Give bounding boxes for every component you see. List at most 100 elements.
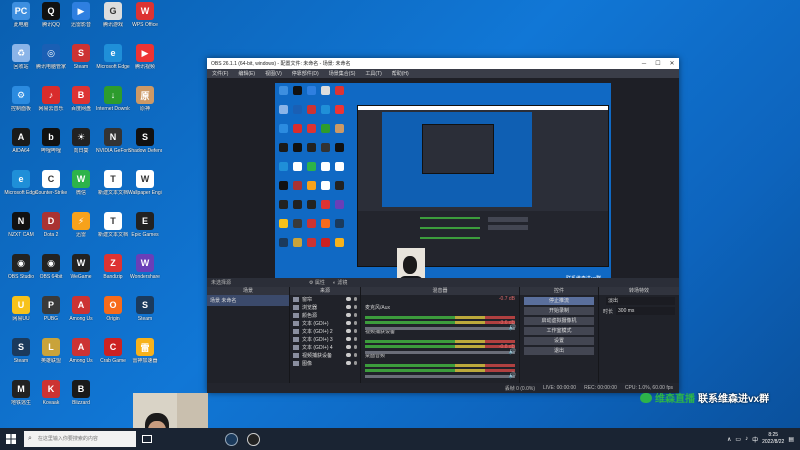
desktop-icon[interactable]: ▶ 腾讯视频 [128, 44, 162, 82]
source-item[interactable]: 视频捕获设备 [290, 351, 360, 359]
lock-icon[interactable] [354, 313, 357, 317]
start-virtual-camera-button[interactable]: 启动虚拟摄像机 [524, 317, 594, 325]
transition-duration-field[interactable]: 时长 300 ms [603, 307, 675, 315]
minimize-icon[interactable]: ─ [637, 61, 651, 67]
desktop-icon[interactable]: E Epic Games [128, 212, 162, 250]
desktop-icon[interactable]: 雷雷神加速器 [128, 338, 162, 376]
taskbar-search[interactable]: ⌕ [24, 431, 136, 447]
visibility-icon[interactable] [346, 297, 351, 301]
desktop-icon[interactable]: A Among Us [64, 296, 98, 334]
desktop-icon[interactable]: T 新建文本文档 [96, 170, 130, 208]
visibility-icon[interactable] [346, 345, 351, 349]
visibility-icon[interactable] [346, 313, 351, 317]
lock-icon[interactable] [354, 337, 357, 341]
visibility-icon[interactable] [346, 353, 351, 357]
desktop-icon[interactable]: S Steam [4, 338, 38, 376]
start-button[interactable] [0, 428, 22, 450]
desktop-icon[interactable]: A Among Us [64, 338, 98, 376]
desktop-icon[interactable]: ♪ 网易云音乐 [34, 86, 68, 124]
volume-slider[interactable]: 🔊 [365, 372, 516, 379]
desktop-icon[interactable]: ⚙ 控制面板 [4, 86, 38, 124]
desktop-icon[interactable]: G 腾讯游戏 [96, 2, 130, 40]
desktop-icon[interactable]: S Steam [64, 44, 98, 82]
desktop-icon[interactable]: b 哔哩哔哩 [34, 128, 68, 166]
desktop-icon[interactable]: T 新建文本文档 [96, 212, 130, 250]
desktop-icon[interactable]: C Crab Game [96, 338, 130, 376]
desktop-icon[interactable]: B Blizzard [64, 380, 98, 418]
network-icon[interactable]: ▭ [735, 436, 741, 443]
desktop-icon[interactable]: C Counter-Strike [34, 170, 68, 208]
source-item[interactable]: 文本 (GDI+) 4 [290, 343, 360, 351]
desktop-icon[interactable]: ◉ OBS 64bit [34, 254, 68, 292]
lock-icon[interactable] [354, 321, 357, 325]
desktop-icon[interactable]: ▶ 迅雷影音 [64, 2, 98, 40]
source-item[interactable]: 浏览器 [290, 303, 360, 311]
desktop-icon[interactable]: U 网易UU [4, 296, 38, 334]
menu-docks[interactable]: 停靠部件(D) [287, 70, 324, 77]
tray-overflow-icon[interactable]: ∧ [727, 436, 731, 443]
desktop-icon[interactable]: W 微信 [64, 170, 98, 208]
desktop-icon[interactable]: ◉ OBS Studio [4, 254, 38, 292]
lock-icon[interactable] [354, 305, 357, 309]
stop-streaming-button[interactable]: 停止推流 [524, 297, 594, 305]
desktop-icon[interactable]: ♻ 回收站 [4, 44, 38, 82]
menu-edit[interactable]: 编辑(E) [233, 70, 260, 77]
settings-button[interactable]: 设置 [524, 337, 594, 345]
visibility-icon[interactable] [346, 305, 351, 309]
clock[interactable]: 8:25 2022/8/22 [762, 432, 784, 446]
desktop-icon[interactable]: L 英雄联盟 [34, 338, 68, 376]
close-icon[interactable]: ✕ [665, 60, 679, 67]
desktop-icon[interactable]: N NVIDIA GeForce [96, 128, 130, 166]
desktop-icon[interactable]: P PUBG [34, 296, 68, 334]
desktop-icon[interactable]: PC 此电脑 [4, 2, 38, 40]
desktop-icon[interactable]: Z Bandizip [96, 254, 130, 292]
desktop-icon[interactable]: W WPS Office [128, 2, 162, 40]
notification-icon[interactable]: ▤ [788, 436, 794, 443]
visibility-icon[interactable] [346, 361, 351, 365]
start-recording-button[interactable]: 开始录制 [524, 307, 594, 315]
speaker-icon[interactable]: 🔊 [509, 324, 516, 331]
obs-taskbar-icon[interactable] [242, 428, 264, 450]
desktop-icon[interactable]: K Kovaak [34, 380, 68, 418]
desktop-icon[interactable]: W WeGame [64, 254, 98, 292]
lock-icon[interactable] [354, 361, 357, 365]
speaker-icon[interactable]: 🔊 [509, 372, 516, 379]
lock-icon[interactable] [354, 353, 357, 357]
visibility-icon[interactable] [346, 321, 351, 325]
desktop-icon[interactable]: W Wallpaper Engine [128, 170, 162, 208]
desktop-icon[interactable]: S Steam [128, 296, 162, 334]
desktop-icon[interactable]: e Microsoft Edge [96, 44, 130, 82]
menu-help[interactable]: 帮助(H) [387, 70, 414, 77]
desktop-icon[interactable]: W Wondershare [128, 254, 162, 292]
menu-view[interactable]: 视图(V) [260, 70, 287, 77]
desktop-icon[interactable]: S Shadow Defender [128, 128, 162, 166]
scene-item[interactable]: 场景 未命名 [207, 295, 289, 306]
steam-taskbar-icon[interactable] [220, 428, 242, 450]
desktop-icon[interactable]: B 百度网盘 [64, 86, 98, 124]
desktop-icon[interactable]: ↓ Internet Download [96, 86, 130, 124]
properties-button[interactable]: ⚙ 属性 [309, 279, 325, 286]
source-item[interactable]: 文本 (GDI+) 3 [290, 335, 360, 343]
desktop-icon[interactable]: 原原神 [128, 86, 162, 124]
source-item[interactable]: 文本 (GDI+) 2 [290, 327, 360, 335]
visibility-icon[interactable] [346, 337, 351, 341]
filters-button[interactable]: ◐ 滤镜 [333, 279, 347, 286]
source-item[interactable]: 颜色源 [290, 311, 360, 319]
volume-slider[interactable]: 🔊 [365, 349, 516, 355]
menu-tools[interactable]: 工具(T) [360, 70, 386, 77]
lock-icon[interactable] [354, 329, 357, 333]
desktop-icon[interactable]: A AIDA64 [4, 128, 38, 166]
desktop-icon[interactable]: ⚡ 迅雷 [64, 212, 98, 250]
maximize-icon[interactable]: ☐ [651, 60, 665, 67]
desktop-icon[interactable]: O Origin [96, 296, 130, 334]
desktop-icon[interactable]: ◎ 腾讯电脑管家 [34, 44, 68, 82]
desktop-icon[interactable]: D Dota 2 [34, 212, 68, 250]
menu-file[interactable]: 文件(F) [207, 70, 233, 77]
transition-type-select[interactable]: 淡出 [603, 297, 675, 305]
source-item[interactable]: 图像 [290, 359, 360, 367]
lock-icon[interactable] [354, 345, 357, 349]
ime-icon[interactable]: 中 [752, 435, 758, 444]
desktop-icon[interactable]: Q 腾讯QQ [34, 2, 68, 40]
source-item[interactable]: 窗帘 [290, 295, 360, 303]
search-input[interactable] [35, 435, 130, 443]
